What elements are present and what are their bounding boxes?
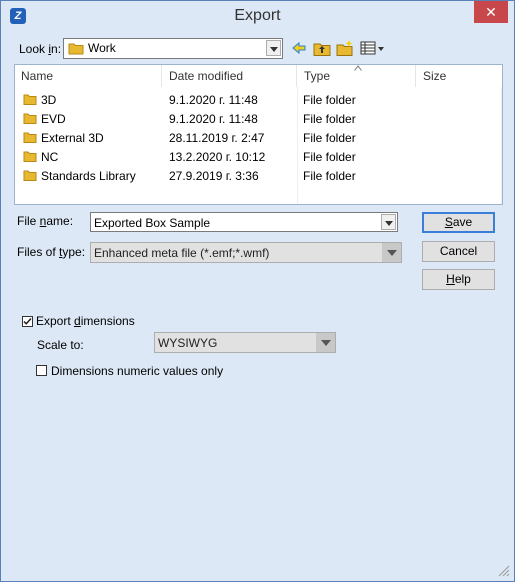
new-folder-icon[interactable] xyxy=(336,39,354,57)
sort-ascending-icon xyxy=(354,65,362,71)
list-item[interactable]: External 3D 28.11.2019 г. 2:47 File fold… xyxy=(15,129,502,148)
folder-icon xyxy=(23,151,37,162)
numeric-only-checkbox[interactable] xyxy=(36,365,47,376)
list-item[interactable]: Standards Library 27.9.2019 г. 3:36 File… xyxy=(15,167,502,186)
view-menu-icon[interactable] xyxy=(360,39,386,57)
file-type: File folder xyxy=(303,131,356,145)
help-button[interactable]: Help xyxy=(422,269,495,290)
look-in-label: Look in: xyxy=(19,42,62,56)
close-button[interactable]: ✕ xyxy=(474,1,508,23)
export-dialog: Z Export ✕ Look in: Work Name Date modif… xyxy=(0,0,515,582)
list-item[interactable]: 3D 9.1.2020 г. 11:48 File folder xyxy=(15,91,502,110)
numeric-only-label[interactable]: Dimensions numeric values only xyxy=(51,364,223,378)
chevron-down-icon[interactable] xyxy=(266,40,281,56)
export-dimensions-checkbox[interactable] xyxy=(22,316,33,327)
look-in-combo[interactable]: Work xyxy=(63,38,283,59)
file-name: EVD xyxy=(41,112,66,126)
scale-to-label: Scale to: xyxy=(37,338,84,352)
file-type-label: Files of type: xyxy=(17,245,86,259)
file-type: File folder xyxy=(303,169,356,183)
column-header-date[interactable]: Date modified xyxy=(163,65,297,87)
file-name: External 3D xyxy=(41,131,104,145)
column-header-name[interactable]: Name xyxy=(15,65,162,87)
checkmark-icon xyxy=(23,317,32,325)
file-name-value: Exported Box Sample xyxy=(94,216,211,230)
file-date: 28.11.2019 г. 2:47 xyxy=(169,131,265,145)
scale-to-select[interactable]: WYSIWYG xyxy=(154,332,336,353)
up-folder-icon[interactable] xyxy=(313,39,331,57)
window-title: Export xyxy=(234,7,281,24)
scale-to-value: WYSIWYG xyxy=(158,336,218,350)
chevron-down-icon[interactable] xyxy=(381,214,396,230)
file-date: 27.9.2019 г. 3:36 xyxy=(169,169,259,183)
cancel-button[interactable]: Cancel xyxy=(422,241,495,262)
file-type: File folder xyxy=(303,150,356,164)
resize-grip-icon[interactable] xyxy=(496,563,510,577)
save-button[interactable]: Save xyxy=(422,212,495,233)
title-bar[interactable]: Z Export ✕ xyxy=(1,1,514,31)
file-date: 9.1.2020 г. 11:48 xyxy=(169,93,258,107)
export-dimensions-label[interactable]: Export dimensions xyxy=(36,314,135,328)
file-type-value: Enhanced meta file (*.emf;*.wmf) xyxy=(94,246,270,260)
file-name-label: File name: xyxy=(17,214,74,228)
file-name: Standards Library xyxy=(41,169,136,183)
column-header-size[interactable]: Size xyxy=(417,65,501,87)
file-list[interactable]: Name Date modified Type Size 3D 9.1.2020… xyxy=(14,64,503,205)
file-name-field[interactable]: Exported Box Sample xyxy=(90,212,398,232)
file-type: File folder xyxy=(303,93,356,107)
folder-icon xyxy=(23,94,37,105)
chevron-down-icon[interactable] xyxy=(316,333,335,352)
folder-icon xyxy=(23,170,37,181)
file-type: File folder xyxy=(303,112,356,126)
chevron-down-icon[interactable] xyxy=(382,243,401,262)
folder-icon xyxy=(68,43,84,55)
look-in-value: Work xyxy=(88,41,116,55)
back-arrow-icon[interactable] xyxy=(291,39,307,57)
file-name: 3D xyxy=(41,93,57,107)
list-item[interactable]: EVD 9.1.2020 г. 11:48 File folder xyxy=(15,110,502,129)
folder-icon xyxy=(23,132,37,143)
list-item[interactable]: NC 13.2.2020 г. 10:12 File folder xyxy=(15,148,502,167)
folder-icon xyxy=(23,113,37,124)
file-date: 9.1.2020 г. 11:48 xyxy=(169,112,258,126)
file-date: 13.2.2020 г. 10:12 xyxy=(169,150,266,164)
file-type-select[interactable]: Enhanced meta file (*.emf;*.wmf) xyxy=(90,242,402,263)
file-name: NC xyxy=(41,150,59,164)
